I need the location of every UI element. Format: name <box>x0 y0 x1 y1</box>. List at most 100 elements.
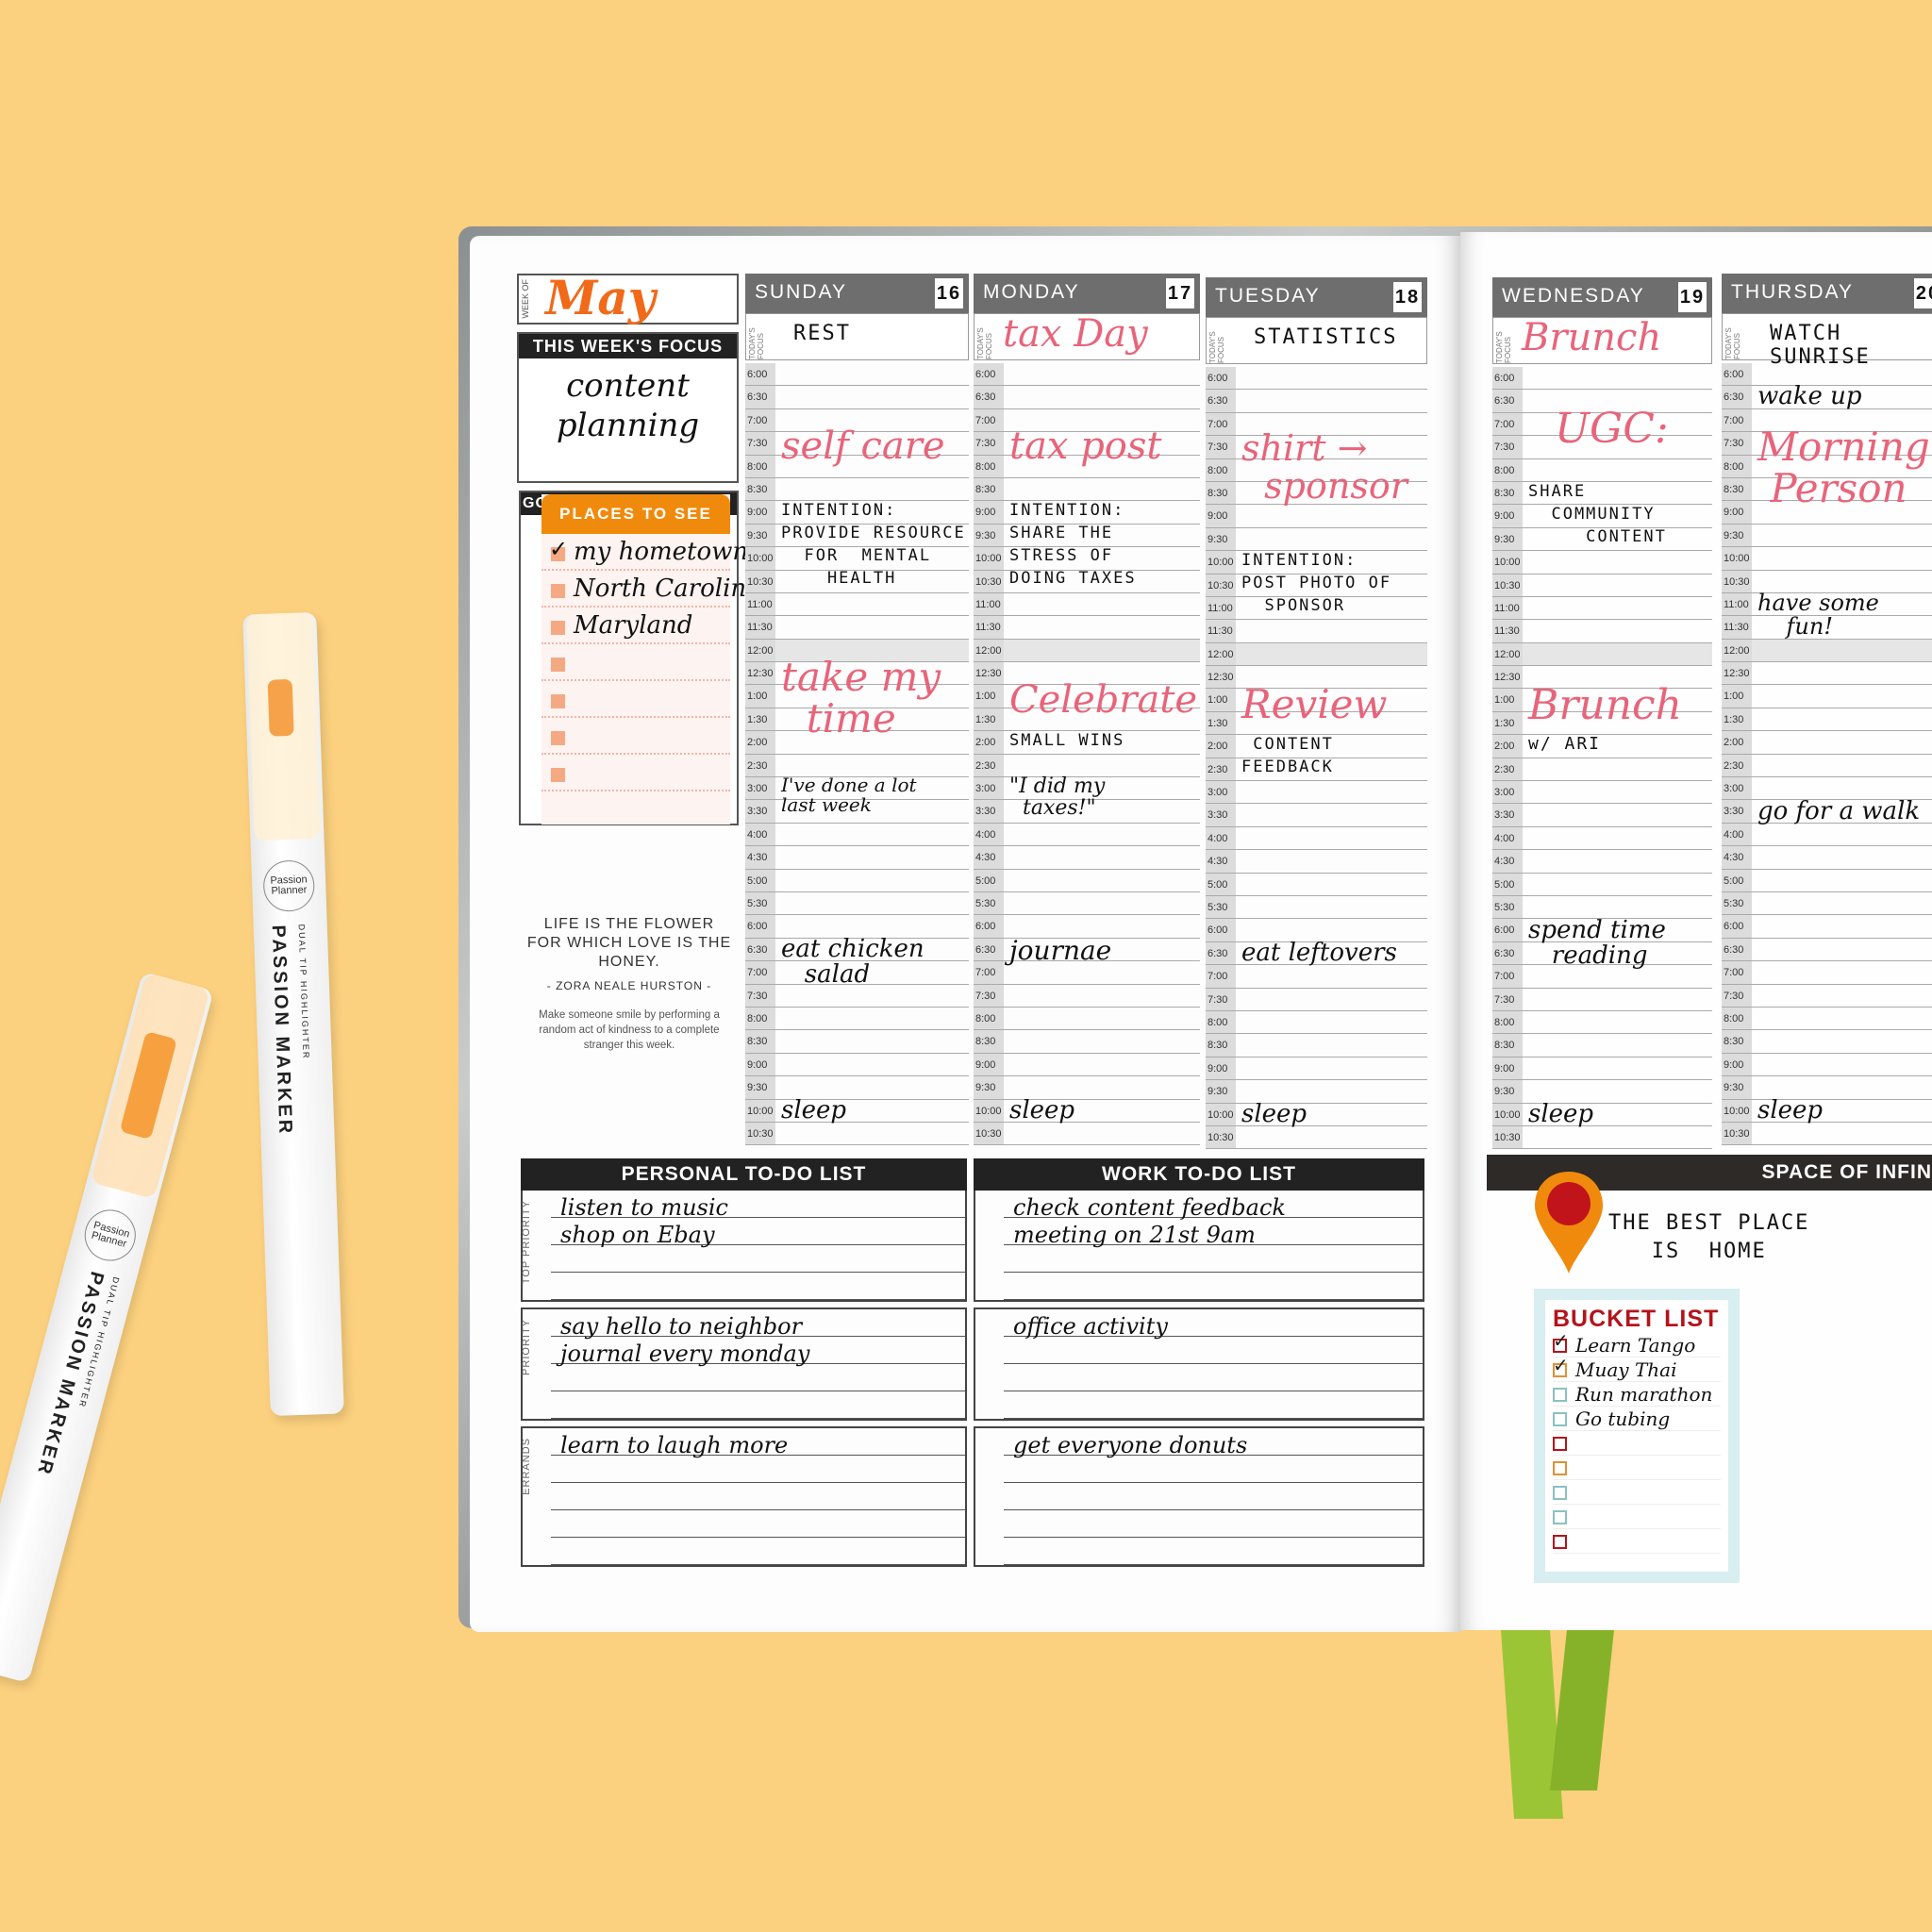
time-label: 10:00 <box>1206 551 1236 574</box>
time-slot: 5:00 <box>974 869 1200 892</box>
day-note: Morning Person <box>1757 424 1930 512</box>
time-slot: 7:00 <box>1206 965 1427 989</box>
time-label: 4:30 <box>745 846 775 869</box>
todo-item[interactable] <box>1004 1456 1423 1483</box>
time-slot: 11:30 <box>745 616 969 640</box>
todo-section: check content feedback meeting on 21st 9a… <box>974 1191 1424 1302</box>
todo-item[interactable] <box>1004 1510 1423 1538</box>
today-focus-value: tax Day <box>1003 312 1148 356</box>
time-label: 3:30 <box>1492 804 1523 826</box>
time-label: 9:00 <box>745 501 775 524</box>
todo-item[interactable] <box>551 1391 965 1419</box>
time-label: 1:30 <box>745 708 775 731</box>
todo-item[interactable]: listen to music <box>551 1191 965 1221</box>
day-note: wake up <box>1757 382 1862 411</box>
day-number: 20 <box>1914 278 1932 308</box>
todo-item[interactable] <box>551 1273 965 1300</box>
todo-item[interactable] <box>551 1364 965 1391</box>
todo-item[interactable] <box>1004 1337 1423 1364</box>
time-slot: 8:30 <box>745 1030 969 1054</box>
day-note: have some fun! <box>1757 590 1879 641</box>
todo-section: ERRANDS learn to laugh more <box>521 1426 967 1567</box>
time-label: 10:00 <box>1722 1099 1752 1122</box>
time-label: 8:30 <box>1722 477 1752 501</box>
todo-item[interactable]: office activity <box>1004 1309 1423 1340</box>
todo-item[interactable] <box>1004 1391 1423 1419</box>
day-note: journae <box>1009 935 1112 966</box>
time-slot: 10:30 <box>1492 1125 1712 1150</box>
todo-item[interactable] <box>551 1245 965 1273</box>
bucket-item: ✓ Muay Thai <box>1553 1356 1721 1382</box>
time-label: 2:30 <box>745 754 775 777</box>
time-slot: 1:30 <box>1722 708 1932 732</box>
day-note: sleep <box>1241 1099 1307 1128</box>
time-label: 8:00 <box>974 455 1004 477</box>
time-label: 5:30 <box>745 891 775 915</box>
time-label: 7:00 <box>1206 965 1236 988</box>
day-name: THURSDAY <box>1731 281 1854 303</box>
time-label: 6:30 <box>1206 941 1236 965</box>
todo-item[interactable]: say hello to neighbor <box>551 1309 965 1340</box>
todo-item[interactable] <box>551 1483 965 1510</box>
todo-section: TOP PRIORITY listen to music shop on Ebay <box>521 1191 967 1302</box>
quote-block: LIFE IS THE FLOWER FOR WHICH LOVE IS THE… <box>525 915 734 1053</box>
day-note: sleep <box>1757 1095 1824 1124</box>
todo-item[interactable]: journal every monday <box>551 1337 965 1367</box>
todo-list-personal: PERSONAL TO-DO LIST TOP PRIORITY listen to… <box>521 1158 967 1573</box>
time-slot: 6:30 <box>1722 938 1932 962</box>
time-label: 4:30 <box>1722 846 1752 869</box>
time-slot: 10:30 <box>1492 574 1712 597</box>
time-slot: 8:30 <box>1492 1034 1712 1058</box>
time-label: 5:00 <box>745 869 775 891</box>
time-label: 5:00 <box>1722 869 1752 891</box>
time-label: 2:30 <box>1492 758 1523 781</box>
time-label: 8:00 <box>745 455 775 477</box>
time-label: 10:30 <box>1722 570 1752 592</box>
time-slot: 11:30 <box>1206 620 1427 643</box>
day-name: SUNDAY <box>755 281 847 303</box>
todo-item[interactable] <box>551 1456 965 1483</box>
time-label: 12:00 <box>974 639 1004 662</box>
time-label: 6:30 <box>1722 938 1752 961</box>
time-slot: 11:00 <box>974 592 1200 617</box>
time-label: 8:30 <box>745 1030 775 1053</box>
time-slot: 12:00 <box>974 639 1200 663</box>
time-slot: 9:30 <box>745 1076 969 1100</box>
time-label: 4:30 <box>1206 850 1236 873</box>
time-label: 11:30 <box>1492 620 1523 642</box>
time-label: 8:00 <box>1722 1007 1752 1030</box>
time-label: 11:00 <box>1492 596 1523 620</box>
places-item <box>541 681 730 718</box>
time-label: 10:30 <box>1722 1122 1752 1145</box>
time-slot: 8:30 <box>1722 1030 1932 1054</box>
day-note: Celebrate <box>1009 677 1198 722</box>
todo-item[interactable]: check content feedback <box>1004 1191 1423 1221</box>
todo-item[interactable] <box>551 1510 965 1538</box>
checkbox-icon <box>551 584 565 598</box>
todo-item[interactable]: learn to laugh more <box>551 1428 965 1458</box>
todo-item[interactable] <box>1004 1273 1423 1300</box>
time-label: 4:00 <box>745 823 775 846</box>
todo-item[interactable] <box>1004 1364 1423 1391</box>
time-label: 1:00 <box>1492 689 1523 711</box>
time-label: 1:30 <box>1206 711 1236 735</box>
todo-item[interactable]: meeting on 21st 9am <box>1004 1218 1423 1248</box>
time-label: 11:00 <box>1722 592 1752 616</box>
today-focus-value: Brunch <box>1522 316 1662 359</box>
todo-item-text: office activity <box>1013 1313 1168 1340</box>
todo-item[interactable] <box>551 1538 965 1565</box>
time-label: 9:30 <box>1722 524 1752 547</box>
time-slot: 8:30 <box>974 477 1200 502</box>
todo-item[interactable] <box>1004 1245 1423 1273</box>
todo-item[interactable]: get everyone donuts <box>1004 1428 1423 1458</box>
time-label: 6:00 <box>1492 367 1523 390</box>
day-header: SUNDAY 16 <box>745 274 969 313</box>
time-label: 4:30 <box>974 846 1004 869</box>
todo-item[interactable] <box>1004 1483 1423 1510</box>
time-label: 9:30 <box>1722 1076 1752 1099</box>
todo-item[interactable]: shop on Ebay <box>551 1218 965 1248</box>
time-label: 10:30 <box>1492 574 1523 596</box>
time-slot: 8:00 <box>745 1007 969 1031</box>
todo-item[interactable] <box>1004 1538 1423 1565</box>
time-label: 12:00 <box>1722 639 1752 662</box>
